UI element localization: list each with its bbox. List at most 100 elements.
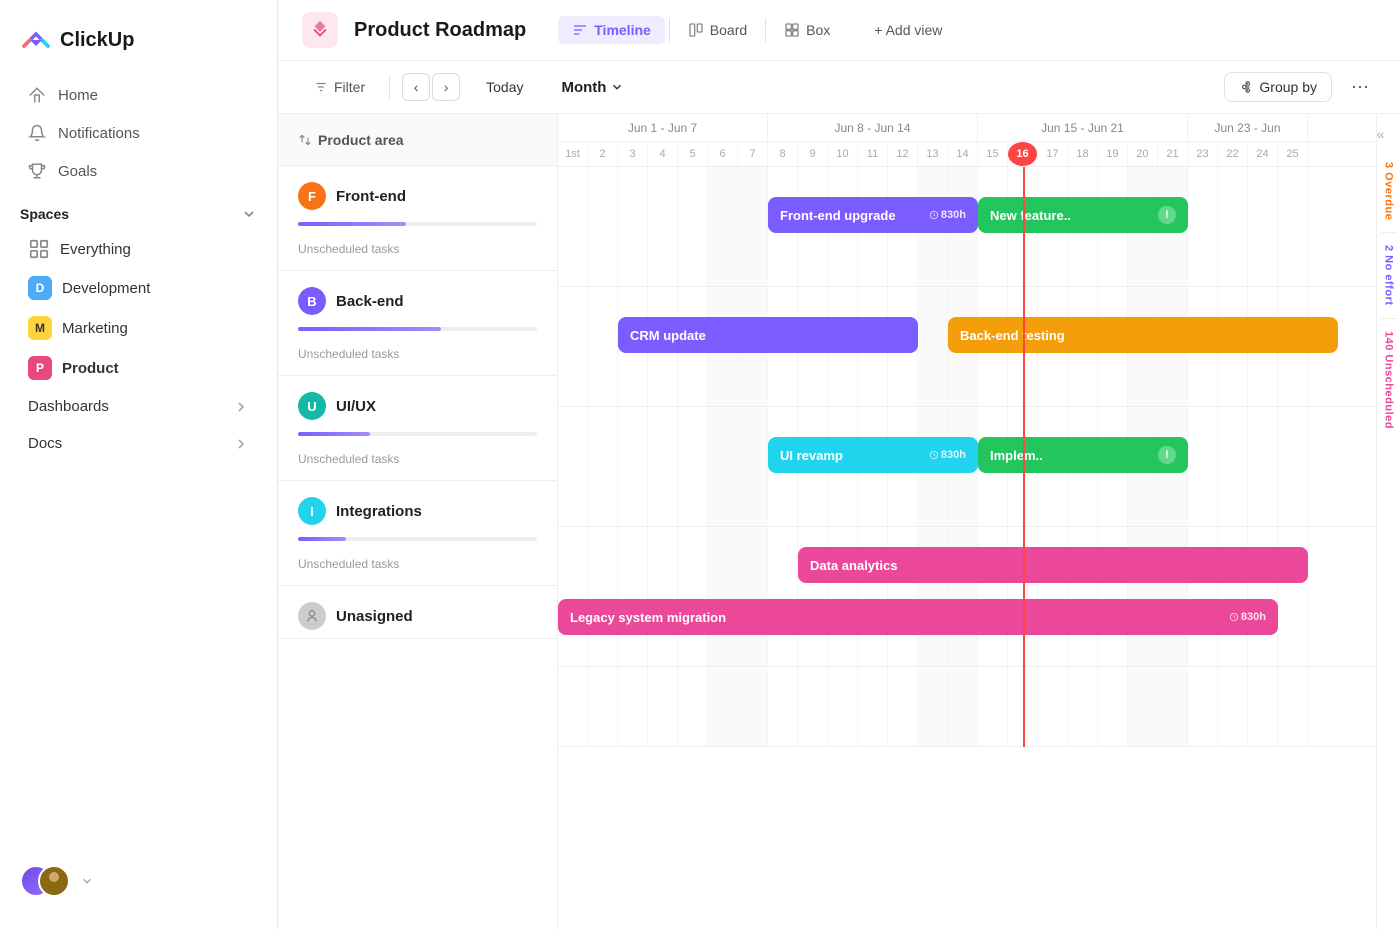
task-label: CRM update xyxy=(630,328,906,343)
clickup-logo-icon xyxy=(20,24,52,56)
uiux-progress-fill xyxy=(298,432,370,436)
labels-panel: Product area F Front-end Unscheduled tas… xyxy=(278,114,558,929)
day-header: 21 xyxy=(1158,142,1188,166)
grid-icon xyxy=(28,238,50,260)
group-row-frontend: F Front-end Unscheduled tasks xyxy=(278,166,557,271)
timeline-grid[interactable]: Jun 1 - Jun 7Jun 8 - Jun 14Jun 15 - Jun … xyxy=(558,114,1376,929)
next-button[interactable]: › xyxy=(432,73,460,101)
tab-timeline[interactable]: Timeline xyxy=(558,16,665,44)
filter-icon xyxy=(314,80,328,94)
sidebar-item-product[interactable]: P Product xyxy=(8,348,269,388)
more-options-button[interactable]: ⋯ xyxy=(1344,71,1376,103)
task-label: Implem.. xyxy=(990,448,1150,463)
task-bar[interactable]: Back-end testing xyxy=(948,317,1338,353)
collapse-button[interactable]: « xyxy=(1377,126,1385,142)
project-icon-wrap xyxy=(302,12,338,48)
user-avatars[interactable] xyxy=(20,865,72,897)
no-effort-panel-item[interactable]: 2 No effort xyxy=(1383,237,1395,314)
timeline-cell xyxy=(1068,667,1098,746)
group-header-uiux[interactable]: U UI/UX xyxy=(278,376,557,428)
chevron-down-icon[interactable] xyxy=(241,206,257,222)
backend-name: Back-end xyxy=(336,293,404,310)
overdue-panel-item[interactable]: 3 Overdue xyxy=(1383,154,1395,228)
task-hours: 830h xyxy=(929,209,966,221)
group-header-backend[interactable]: B Back-end xyxy=(278,271,557,323)
timeline-area: Product area F Front-end Unscheduled tas… xyxy=(278,114,1400,929)
sidebar-item-home[interactable]: Home xyxy=(8,76,269,114)
chevron-down-user-icon[interactable] xyxy=(80,874,94,888)
timeline-cell xyxy=(678,407,708,526)
uiux-avatar: U xyxy=(298,392,326,420)
frontend-avatar: F xyxy=(298,182,326,210)
page-header: Product Roadmap Timeline Board Box + Add… xyxy=(278,0,1400,61)
tab-board[interactable]: Board xyxy=(674,16,761,44)
app-name: ClickUp xyxy=(60,29,134,52)
today-button[interactable]: Today xyxy=(472,73,537,101)
group-header-frontend[interactable]: F Front-end xyxy=(278,166,557,218)
integrations-unscheduled: Unscheduled tasks xyxy=(278,549,557,585)
sidebar-item-dashboards[interactable]: Dashboards xyxy=(8,388,269,425)
day-header: 11 xyxy=(858,142,888,166)
group-header-integrations[interactable]: I Integrations xyxy=(278,481,557,533)
timeline-cell xyxy=(588,527,618,666)
chevron-right-icon xyxy=(233,399,249,415)
add-view-button[interactable]: + Add view xyxy=(860,16,956,44)
day-header: 10 xyxy=(828,142,858,166)
month-button[interactable]: Month xyxy=(549,73,636,102)
unscheduled-panel-item[interactable]: 140 Unscheduled xyxy=(1383,323,1395,437)
task-label: Front-end upgrade xyxy=(780,208,921,223)
day-header: 15 xyxy=(978,142,1008,166)
timeline-cell xyxy=(1278,667,1308,746)
task-bar[interactable]: Front-end upgrade 830h xyxy=(768,197,978,233)
task-bar[interactable]: Implem..! xyxy=(978,437,1188,473)
filter-button[interactable]: Filter xyxy=(302,73,377,101)
task-label: UI revamp xyxy=(780,448,921,463)
sidebar-item-notifications[interactable]: Notifications xyxy=(8,114,269,152)
task-bar[interactable]: UI revamp 830h xyxy=(768,437,978,473)
timeline-tab-label: Timeline xyxy=(594,22,651,38)
month-label: Month xyxy=(561,79,606,96)
task-bar[interactable]: CRM update xyxy=(618,317,918,353)
uiux-unscheduled: Unscheduled tasks xyxy=(278,444,557,480)
marketing-badge: M xyxy=(28,316,52,340)
group-row-unassigned: Unasigned xyxy=(278,586,557,639)
sidebar-item-marketing[interactable]: M Marketing xyxy=(8,308,269,348)
task-bar[interactable]: Data analytics xyxy=(798,547,1308,583)
timeline-cell xyxy=(1188,167,1218,286)
group-by-button[interactable]: Group by xyxy=(1224,72,1332,102)
box-tab-label: Box xyxy=(806,22,830,38)
chevron-down-month-icon xyxy=(610,80,624,94)
timeline-cell xyxy=(1038,667,1068,746)
group-header-unassigned[interactable]: Unasigned xyxy=(278,586,557,638)
prev-button[interactable]: ‹ xyxy=(402,73,430,101)
right-side-panel: « 3 Overdue 2 No effort 140 Unscheduled xyxy=(1376,114,1400,929)
timeline-cell xyxy=(558,167,588,286)
logo-area: ClickUp xyxy=(0,16,277,76)
task-bar[interactable]: New feature..! xyxy=(978,197,1188,233)
day-header: 5 xyxy=(678,142,708,166)
everything-label: Everything xyxy=(60,241,131,258)
timeline-cell xyxy=(558,287,588,406)
timeline-icon xyxy=(572,22,588,38)
timeline-cell xyxy=(588,167,618,286)
tab-box[interactable]: Box xyxy=(770,16,844,44)
main-content: Product Roadmap Timeline Board Box + Add… xyxy=(278,0,1400,929)
day-header: 4 xyxy=(648,142,678,166)
day-header: 6 xyxy=(708,142,738,166)
frontend-progress-bar xyxy=(298,222,537,226)
timeline-cell xyxy=(558,527,588,666)
sidebar-item-everything[interactable]: Everything xyxy=(8,230,269,268)
timeline-cell xyxy=(1098,667,1128,746)
sidebar-item-development[interactable]: D Development xyxy=(8,268,269,308)
sidebar-item-goals[interactable]: Goals xyxy=(8,152,269,190)
sidebar-item-docs[interactable]: Docs xyxy=(8,425,269,462)
task-bar[interactable]: Legacy system migration 830h xyxy=(558,599,1278,635)
view-tabs: Timeline Board Box xyxy=(558,16,844,44)
timeline-row: Data analytics Legacy system migration 83… xyxy=(558,527,1376,667)
day-header: 22 xyxy=(1218,142,1248,166)
box-icon xyxy=(784,22,800,38)
timeline-cell xyxy=(768,667,798,746)
group-row-uiux: U UI/UX Unscheduled tasks xyxy=(278,376,557,481)
timeline-cell xyxy=(1278,407,1308,526)
frontend-name: Front-end xyxy=(336,188,406,205)
